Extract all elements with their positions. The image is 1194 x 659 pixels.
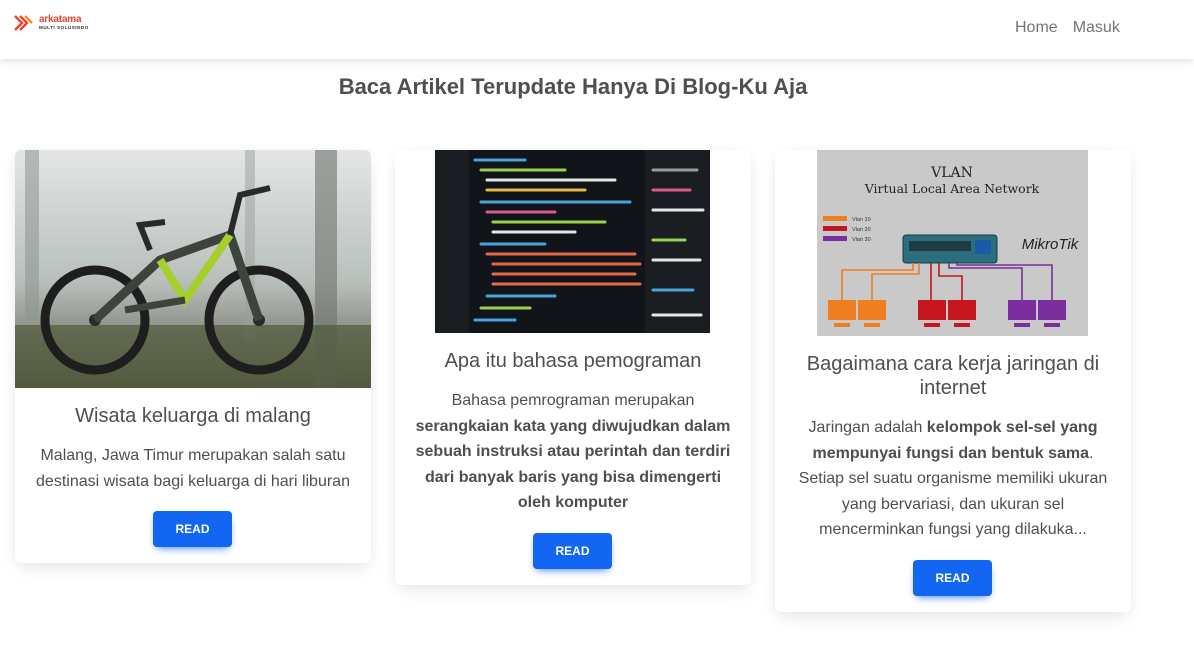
mikrotik-brand: MikroTik	[1022, 236, 1080, 253]
article-excerpt: Jaringan adalah kelompok sel-sel yang me…	[795, 415, 1111, 543]
excerpt-intro: Bahasa pemrograman merupakan	[451, 392, 695, 409]
article-image-vlan[interactable]: VLAN Virtual Local Area Network Vlan 10 …	[817, 150, 1088, 336]
vlan-subtitle: Virtual Local Area Network	[864, 181, 1040, 196]
brand-logo[interactable]: arkatama MULTI SOLUSINDO	[14, 15, 89, 31]
read-button[interactable]: READ	[153, 511, 232, 547]
article-excerpt: Malang, Jawa Timur merupakan salah satu …	[36, 447, 350, 490]
brand-tagline: MULTI SOLUSINDO	[39, 25, 89, 31]
nav-menu: Home Masuk	[1015, 19, 1120, 37]
article-title: Bagaimana cara kerja jaringan di interne…	[806, 353, 1100, 399]
article-image-bike[interactable]	[15, 150, 371, 388]
excerpt-intro: Jaringan adalah	[808, 419, 923, 436]
read-button[interactable]: READ	[533, 533, 612, 569]
arkatama-logo-icon	[14, 15, 33, 31]
article-card: Wisata keluarga di malang Malang, Jawa T…	[15, 150, 371, 563]
navbar: arkatama MULTI SOLUSINDO Home Masuk	[0, 0, 1194, 59]
code-screen-image	[435, 150, 710, 333]
article-title: Wisata keluarga di malang	[75, 405, 311, 427]
legend-vlan-30: Vlan 30	[852, 237, 871, 243]
mountain-bike-image	[15, 150, 371, 388]
legend-vlan-20: Vlan 20	[852, 227, 871, 233]
page-heading: Baca Artikel Terupdate Hanya Di Blog-Ku …	[338, 74, 808, 99]
read-button[interactable]: READ	[913, 560, 992, 596]
article-title: Apa itu bahasa pemograman	[444, 350, 702, 372]
vlan-title: VLAN	[930, 165, 973, 181]
article-excerpt: Bahasa pemrograman merupakan serangkaian…	[415, 388, 731, 516]
article-image-code[interactable]	[435, 150, 710, 333]
article-card: VLAN Virtual Local Area Network Vlan 10 …	[775, 150, 1131, 612]
nav-link-home[interactable]: Home	[1015, 19, 1058, 37]
vlan-diagram-image: VLAN Virtual Local Area Network Vlan 10 …	[817, 150, 1088, 336]
excerpt-bold: serangkaian kata yang diwujudkan dalam s…	[415, 417, 731, 512]
legend-vlan-10: Vlan 10	[852, 217, 871, 223]
article-card: Apa itu bahasa pemograman Bahasa pemrogr…	[395, 150, 751, 585]
nav-link-masuk[interactable]: Masuk	[1073, 19, 1120, 37]
brand-name: arkatama	[39, 14, 82, 26]
